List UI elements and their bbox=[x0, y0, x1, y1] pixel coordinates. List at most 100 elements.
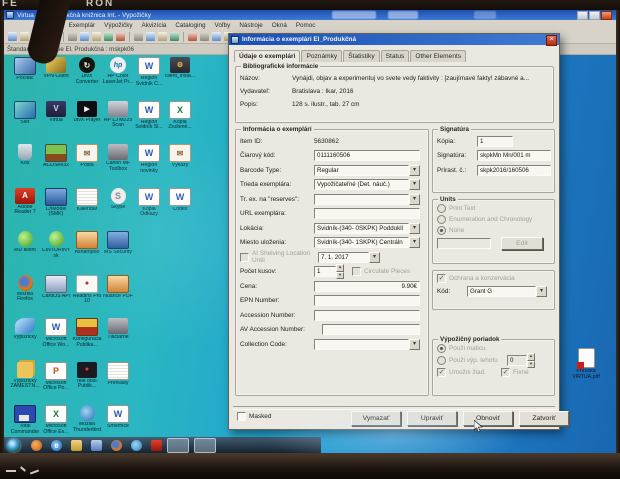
open-icon[interactable] bbox=[20, 32, 29, 41]
chevron-down-icon[interactable]: ▾ bbox=[536, 286, 547, 297]
av-accession-input[interactable] bbox=[322, 324, 420, 335]
desktop-icon-acdsee32[interactable]: ACDSee32 bbox=[40, 144, 72, 169]
desktop-icon-adobe-reader-7[interactable]: AAdobe Reader 7 bbox=[9, 188, 41, 216]
desktop-icon-hp-color-laserjet-pr[interactable]: hpHP Color LaserJet Pr... bbox=[102, 57, 134, 85]
desktop-icon-sie[interactable]: Sieť bbox=[9, 101, 41, 126]
desktop-icon-nuance-pdf[interactable]: Nuance PDF bbox=[102, 275, 134, 300]
request-checkbox[interactable]: ✓ bbox=[437, 368, 446, 377]
menu-pomoc[interactable]: Pomoc bbox=[296, 22, 316, 29]
desktop-icon-k-pia-odkazy[interactable]: WKópia Odkazy bbox=[133, 188, 165, 218]
upravi-button[interactable]: Upraviť bbox=[407, 411, 457, 426]
conservation-checkbox[interactable]: ✓ bbox=[437, 274, 446, 283]
taskbar-skype-icon[interactable] bbox=[131, 440, 142, 451]
desktop-icon-kalend-r[interactable]: Kalendár bbox=[71, 188, 103, 213]
loan-period-input[interactable]: 0 bbox=[507, 355, 527, 366]
maximize-button[interactable] bbox=[589, 11, 600, 20]
desktop-icon-mozilla-firefox[interactable]: Mozilla Firefox bbox=[9, 275, 41, 303]
menu-cataloging[interactable]: Cataloging bbox=[175, 22, 205, 29]
taskbar-windows-explorer-icon[interactable] bbox=[71, 440, 82, 451]
signature-input[interactable]: skpkMn Mn/001 m bbox=[477, 150, 551, 161]
fixed-checkbox[interactable]: ✓ bbox=[501, 368, 510, 377]
desktop-icon-v-kazy[interactable]: ✉Výkazy bbox=[164, 144, 196, 169]
tab-tatistiky[interactable]: Štatistiky bbox=[343, 50, 379, 62]
desktop-icon-divx-player[interactable]: ▶DivX Player bbox=[71, 101, 103, 124]
search-icon[interactable] bbox=[134, 32, 143, 41]
desktop-icon-k[interactable]: Kôš bbox=[9, 144, 41, 167]
taskbar-firefox-icon[interactable] bbox=[111, 440, 122, 451]
app-titlebar[interactable]: Virtua - El. Produkčná knižnica Int. - V… bbox=[4, 10, 616, 20]
tab-daje-o-exempl-ri[interactable]: Údaje o exemplári bbox=[234, 50, 300, 62]
desktop-icon-microsoft-office-wo[interactable]: WMicrosoft Office Wo... bbox=[40, 318, 72, 348]
menu-vo-by[interactable]: Voľby bbox=[214, 22, 230, 29]
chevron-down-icon[interactable]: ▾ bbox=[409, 339, 420, 350]
desktop-icon-tla-iarne[interactable]: Tlačiarne bbox=[102, 318, 134, 341]
desktop-icon-readiris-pro-10[interactable]: ●Readiris Pro 10 bbox=[71, 275, 103, 305]
refresh-icon[interactable] bbox=[158, 32, 167, 41]
desktop-icon-divx-converter[interactable]: ↻DivX Converter bbox=[71, 57, 103, 85]
desktop-icon-regi-n-novinky[interactable]: WRegión novinky bbox=[133, 144, 165, 174]
minimize-button[interactable] bbox=[577, 11, 588, 20]
desktop-icon-konfigur-cia-publika[interactable]: Konfigurácia Publika... bbox=[71, 318, 103, 348]
shelving-date-select[interactable]: 7. 1. 2017 ▾ bbox=[318, 252, 380, 263]
desktop-icon-eid-klient[interactable]: eID klient bbox=[9, 231, 41, 254]
accession-no-input[interactable]: skpk2016/160506 bbox=[477, 165, 551, 176]
desktop-icon-mozilla-thunderbird[interactable]: Mozilla Thunderbird bbox=[71, 405, 103, 433]
desktop-icon-k-pia-zru-en[interactable]: XKópia Zrušené... bbox=[164, 101, 196, 131]
desktop-icon-ms-security[interactable]: MS Security bbox=[102, 231, 134, 256]
enum-chron-radio[interactable] bbox=[437, 215, 446, 224]
code-select[interactable]: Grant G ▾ bbox=[467, 286, 547, 297]
stop-icon[interactable] bbox=[188, 32, 197, 41]
list-view-icon[interactable] bbox=[200, 32, 209, 41]
reserves-select[interactable]: ▾ bbox=[314, 194, 420, 205]
storage-location-select[interactable]: Svidník-(340- 1SKPK) Centráln ▾ bbox=[314, 237, 420, 248]
copy-icon[interactable] bbox=[80, 32, 89, 41]
taskbar-photo-viewer-icon[interactable] bbox=[91, 440, 102, 451]
taskbar-internet-explorer-icon[interactable]: e bbox=[51, 440, 62, 451]
use-matrix-radio[interactable] bbox=[437, 344, 446, 353]
undo-icon[interactable] bbox=[104, 32, 113, 41]
edit-button[interactable]: Edit bbox=[501, 237, 543, 250]
desktop-icon-canon-mf-toolbox[interactable]: Canon MF Toolbox bbox=[102, 144, 134, 172]
url-input[interactable] bbox=[314, 208, 420, 219]
desktop-icon-cintoriny-sk[interactable]: CINTORINY sk bbox=[40, 231, 72, 259]
loan-period-radio[interactable] bbox=[437, 356, 446, 365]
desktop-icon-po-ta[interactable]: ✉Pošta bbox=[71, 144, 103, 169]
desktop-icon-virtua[interactable]: VVirtua bbox=[40, 101, 72, 124]
desktop-icon-v-po-i-ky-zamestn[interactable]: Výpožičky ZAMESTN... bbox=[9, 362, 41, 390]
accession-input[interactable] bbox=[314, 310, 420, 321]
collection-code-select[interactable]: ▾ bbox=[314, 339, 420, 350]
taskbar-media-app-icon[interactable] bbox=[31, 440, 42, 451]
tab-other-elements[interactable]: Other Elements bbox=[410, 50, 466, 62]
obnovi-button[interactable]: Obnoviť bbox=[463, 411, 513, 426]
find-record-icon[interactable] bbox=[146, 32, 155, 41]
chevron-down-icon[interactable]: ▾ bbox=[409, 237, 420, 248]
desktop-icon-smernice[interactable]: WSmernice bbox=[102, 405, 134, 430]
shelving-until-checkbox[interactable] bbox=[240, 253, 249, 262]
desktop-icon-tele-obsl-publik[interactable]: ●Tele obsl. Publik... bbox=[71, 362, 103, 390]
dialog-titlebar[interactable]: Informácia o exemplári El_Produkčná × bbox=[229, 34, 559, 45]
cut-icon[interactable] bbox=[68, 32, 77, 41]
barcode-type-select[interactable]: Regular ▾ bbox=[314, 165, 420, 176]
desktop-icon-regi-n-svidn-k-sl[interactable]: WRegión Svidník Sl... bbox=[133, 101, 165, 131]
tab-status[interactable]: Status bbox=[381, 50, 410, 62]
barcode-input[interactable]: 0111160506 bbox=[314, 150, 420, 161]
price-input[interactable]: 9.90€ bbox=[314, 281, 420, 292]
navigate-up-icon[interactable] bbox=[170, 32, 179, 41]
epn-input[interactable] bbox=[314, 295, 420, 306]
desktop-icon-microsoft-office-po[interactable]: PMicrosoft Office Po... bbox=[40, 362, 72, 392]
item-class-select[interactable]: Vypožičateľné (Det. náuč.) ▾ bbox=[314, 179, 420, 190]
desktop-icon-chmodel-smk[interactable]: ChModel (SMK) bbox=[40, 188, 72, 218]
taskbar-app-virtua[interactable] bbox=[167, 438, 189, 453]
menu-exempl-r[interactable]: Exemplár bbox=[69, 22, 96, 29]
loan-period-stepper[interactable]: ▲▼ bbox=[527, 353, 535, 368]
chevron-down-icon[interactable]: ▾ bbox=[369, 252, 380, 263]
desktop-icon-hp-lj-m225-scan[interactable]: HP LJ M225 Scan bbox=[102, 101, 134, 129]
desktop-icon-regi-n-svidn-k-c[interactable]: WRegión Svidník C... bbox=[133, 57, 165, 87]
redo-icon[interactable] bbox=[116, 32, 125, 41]
circulate-pieces-checkbox[interactable] bbox=[352, 267, 361, 276]
pieces-stepper[interactable]: ▲▼ bbox=[336, 264, 344, 279]
taskbar-adobe-reader-icon[interactable] bbox=[151, 440, 162, 451]
chevron-down-icon[interactable]: ▾ bbox=[409, 165, 420, 176]
chevron-down-icon[interactable]: ▾ bbox=[409, 223, 420, 234]
desktop-icon-cardos-api[interactable]: CardOS API bbox=[40, 275, 72, 300]
